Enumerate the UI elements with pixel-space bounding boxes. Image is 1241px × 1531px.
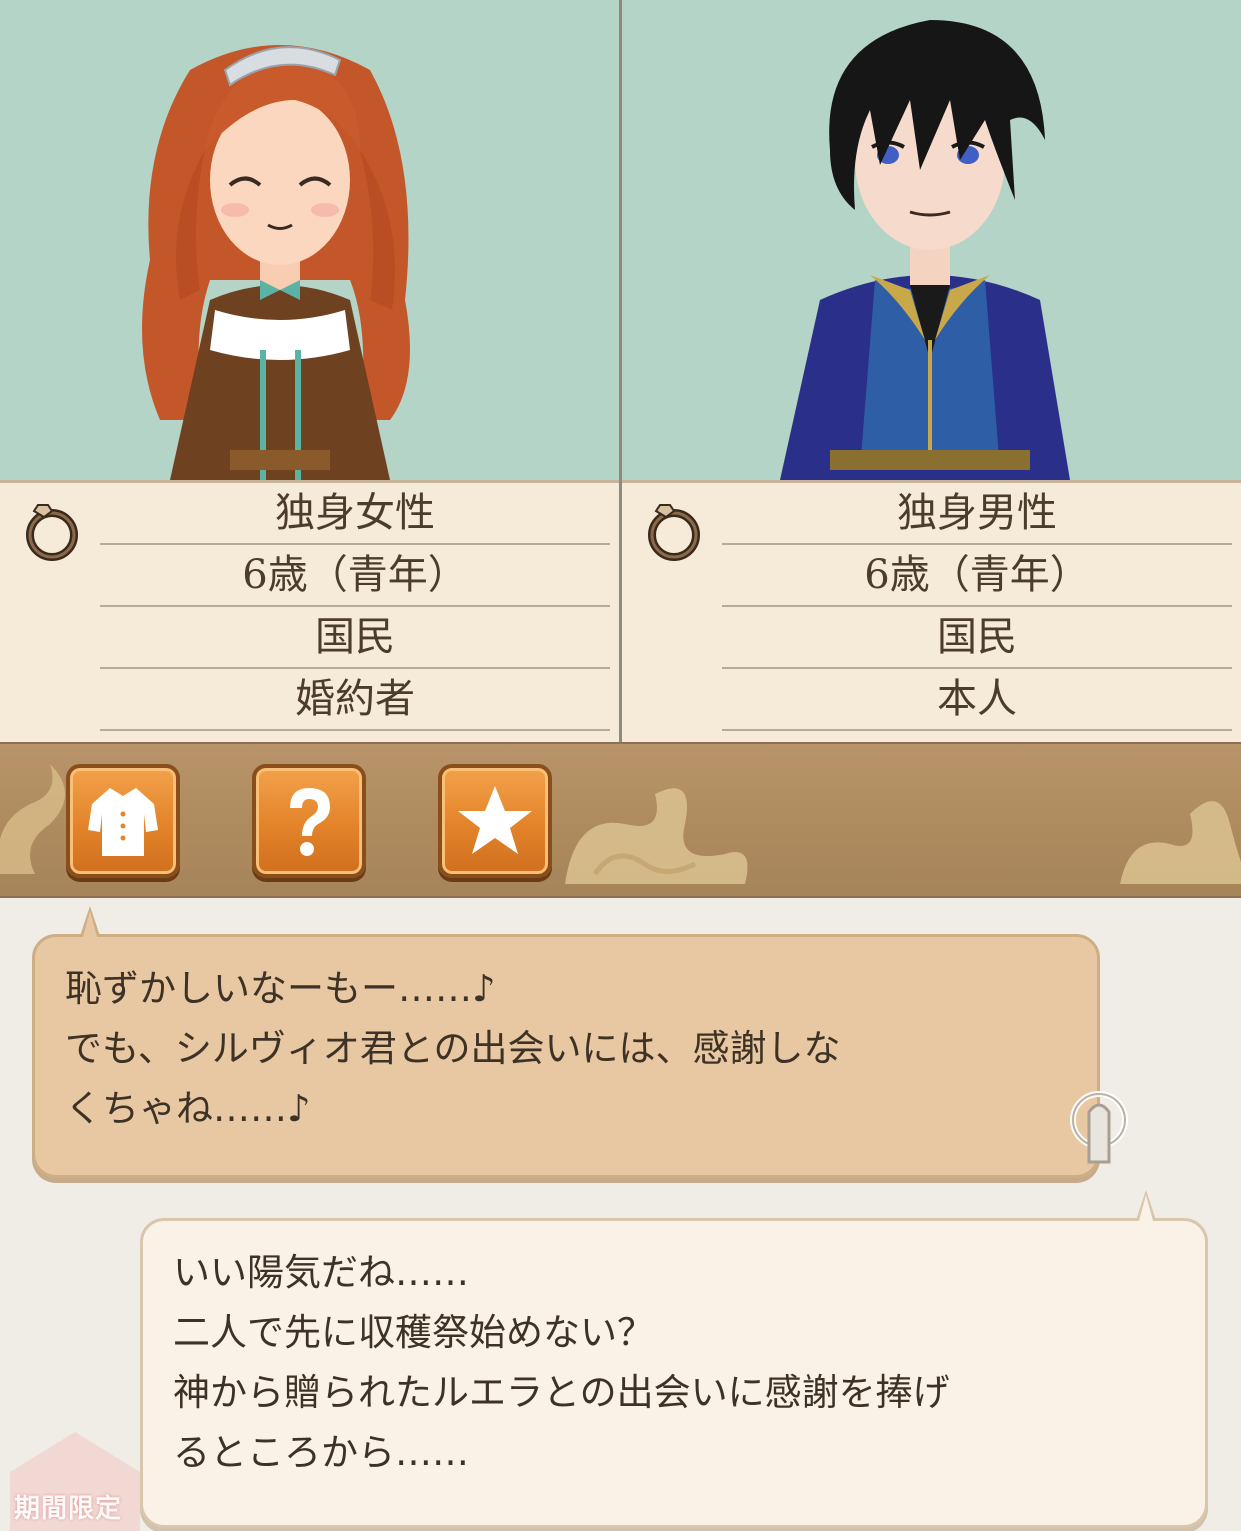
ornament-right: [1120, 801, 1241, 884]
portrait-divider: [619, 0, 622, 742]
marital-status: 独身男性: [722, 483, 1232, 545]
dialogue-line: いい陽気だね……: [173, 1251, 469, 1294]
bubble-tail-inner: [1139, 1195, 1153, 1221]
dialogue-line: るところから……: [173, 1431, 469, 1474]
age-label: 6歳（青年）: [722, 545, 1232, 607]
marital-status: 独身女性: [100, 483, 610, 545]
relation-label: 本人: [722, 669, 1232, 731]
ring-icon: [26, 504, 78, 561]
tap-indicator-icon[interactable]: [1064, 1090, 1134, 1170]
ornament-center: [565, 788, 748, 884]
age-label: 6歳（青年）: [100, 545, 610, 607]
female-info-panel: 独身女性 6歳（青年） 国民 婚約者: [0, 483, 619, 745]
dialogue-line: 二人で先に収穫祭始めない？: [173, 1311, 654, 1354]
dialogue-area: 恥ずかしいなーもー……♪ でも、シルヴィオ君との出会いには、感謝しな くちゃね……: [0, 898, 1241, 1531]
dialogue-bubble-left[interactable]: 恥ずかしいなーもー……♪ でも、シルヴィオ君との出会いには、感謝しな くちゃね……: [32, 934, 1100, 1178]
female-character-avatar[interactable]: [120, 0, 440, 480]
action-toolbar: [0, 742, 1241, 898]
ring-icon: [648, 504, 700, 561]
dialogue-line: 恥ずかしいなーもー……♪: [65, 967, 496, 1010]
star-icon: [458, 786, 532, 854]
outfit-icon: [88, 788, 158, 856]
male-character-avatar[interactable]: [760, 0, 1100, 480]
outfit-button[interactable]: [66, 764, 180, 878]
relation-label: 婚約者: [100, 669, 610, 731]
limited-event-label[interactable]: 期間限定: [14, 1488, 122, 1525]
dialogue-line: でも、シルヴィオ君との出会いには、感謝しな: [65, 1027, 841, 1070]
citizen-label: 国民: [100, 607, 610, 669]
help-button[interactable]: [252, 764, 366, 878]
dialogue-line: くちゃね……♪: [65, 1087, 311, 1130]
citizen-label: 国民: [722, 607, 1232, 669]
dialogue-bubble-right[interactable]: いい陽気だね…… 二人で先に収穫祭始めない？ 神から贈られたルエラとの出会いに感…: [140, 1218, 1208, 1528]
bubble-tail-inner: [83, 911, 97, 937]
dialogue-line: 神から贈られたルエラとの出会いに感謝を捧げ: [173, 1371, 950, 1414]
male-info-panel: 独身男性 6歳（青年） 国民 本人: [622, 483, 1241, 745]
favorite-button[interactable]: [438, 764, 552, 878]
question-icon: [290, 788, 330, 856]
